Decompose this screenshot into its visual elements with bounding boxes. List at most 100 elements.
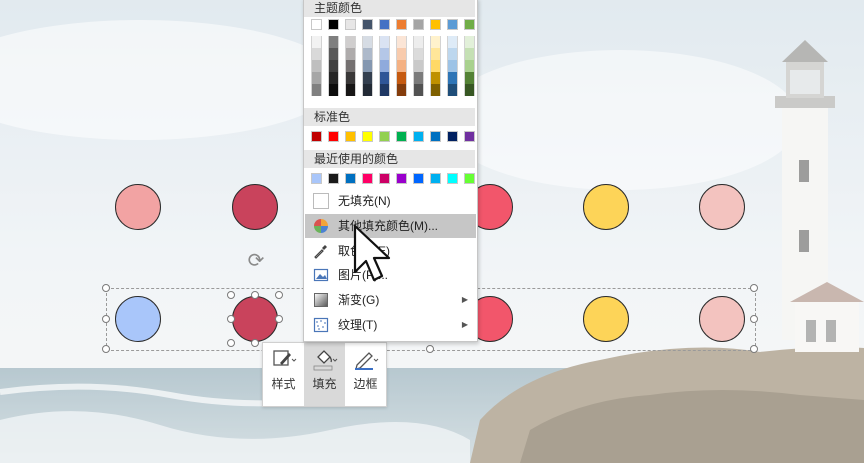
theme-shade-swatch[interactable] bbox=[311, 84, 322, 96]
theme-color-swatch[interactable] bbox=[328, 19, 339, 30]
standard-color-swatch[interactable] bbox=[345, 131, 356, 142]
theme-color-swatch[interactable] bbox=[379, 19, 390, 30]
theme-shade-swatch[interactable] bbox=[413, 72, 424, 84]
theme-color-swatch[interactable] bbox=[396, 19, 407, 30]
theme-shade-swatch[interactable] bbox=[328, 72, 339, 84]
circle-yellow-top[interactable] bbox=[583, 184, 629, 230]
theme-shade-swatch[interactable] bbox=[362, 84, 373, 96]
recent-color-swatch[interactable] bbox=[447, 173, 458, 184]
no-fill-item[interactable]: 无填充(N) bbox=[305, 189, 476, 213]
theme-shade-swatch[interactable] bbox=[328, 48, 339, 60]
theme-shade-swatch[interactable] bbox=[379, 72, 390, 84]
group-handle-mr[interactable] bbox=[750, 315, 758, 323]
standard-color-swatch[interactable] bbox=[328, 131, 339, 142]
group-handle-bl[interactable] bbox=[102, 345, 110, 353]
theme-shade-swatch[interactable] bbox=[328, 60, 339, 72]
circle-crimson-top[interactable] bbox=[232, 184, 278, 230]
recent-color-swatch[interactable] bbox=[328, 173, 339, 184]
theme-color-swatch[interactable] bbox=[447, 19, 458, 30]
recent-color-swatch[interactable] bbox=[396, 173, 407, 184]
theme-shade-swatch[interactable] bbox=[396, 60, 407, 72]
theme-shade-swatch[interactable] bbox=[447, 60, 458, 72]
theme-shade-swatch[interactable] bbox=[464, 84, 475, 96]
shape-handle-tr[interactable] bbox=[275, 291, 283, 299]
shape-handle-bl[interactable] bbox=[227, 339, 235, 347]
shape-handle-tl[interactable] bbox=[227, 291, 235, 299]
theme-shade-swatch[interactable] bbox=[396, 72, 407, 84]
gradient-item[interactable]: 渐变(G) ▶ bbox=[305, 288, 476, 312]
style-button[interactable]: 样式 bbox=[263, 343, 304, 406]
theme-shade-swatch[interactable] bbox=[430, 36, 441, 48]
theme-color-swatch[interactable] bbox=[362, 19, 373, 30]
shape-handle-mr[interactable] bbox=[275, 315, 283, 323]
theme-shade-swatch[interactable] bbox=[413, 60, 424, 72]
theme-shade-swatch[interactable] bbox=[328, 36, 339, 48]
standard-color-swatch[interactable] bbox=[362, 131, 373, 142]
theme-shade-swatch[interactable] bbox=[447, 36, 458, 48]
shape-handle-bm[interactable] bbox=[251, 339, 259, 347]
theme-shade-swatch[interactable] bbox=[311, 48, 322, 60]
theme-color-swatch[interactable] bbox=[430, 19, 441, 30]
group-handle-tl[interactable] bbox=[102, 284, 110, 292]
border-button[interactable]: 边框 bbox=[345, 343, 386, 406]
theme-shade-swatch[interactable] bbox=[345, 84, 356, 96]
theme-shade-swatch[interactable] bbox=[362, 48, 373, 60]
theme-shade-swatch[interactable] bbox=[345, 72, 356, 84]
rotate-handle-icon[interactable]: ⟳ bbox=[245, 250, 267, 272]
group-handle-ml[interactable] bbox=[102, 315, 110, 323]
theme-shade-swatch[interactable] bbox=[362, 72, 373, 84]
theme-shade-swatch[interactable] bbox=[379, 84, 390, 96]
standard-color-swatch[interactable] bbox=[311, 131, 322, 142]
standard-color-swatch[interactable] bbox=[413, 131, 424, 142]
recent-color-swatch[interactable] bbox=[413, 173, 424, 184]
theme-shade-swatch[interactable] bbox=[379, 48, 390, 60]
theme-shade-swatch[interactable] bbox=[413, 36, 424, 48]
standard-color-swatch[interactable] bbox=[464, 131, 475, 142]
recent-color-swatch[interactable] bbox=[362, 173, 373, 184]
recent-color-swatch[interactable] bbox=[430, 173, 441, 184]
theme-shade-swatch[interactable] bbox=[464, 48, 475, 60]
theme-shade-swatch[interactable] bbox=[413, 84, 424, 96]
theme-shade-swatch[interactable] bbox=[379, 60, 390, 72]
theme-shade-swatch[interactable] bbox=[379, 36, 390, 48]
theme-color-swatch[interactable] bbox=[311, 19, 322, 30]
theme-shade-swatch[interactable] bbox=[362, 36, 373, 48]
theme-shade-swatch[interactable] bbox=[396, 84, 407, 96]
theme-shade-swatch[interactable] bbox=[447, 84, 458, 96]
theme-shade-swatch[interactable] bbox=[430, 72, 441, 84]
group-handle-br[interactable] bbox=[750, 345, 758, 353]
theme-shade-swatch[interactable] bbox=[328, 84, 339, 96]
theme-shade-swatch[interactable] bbox=[413, 48, 424, 60]
theme-shade-swatch[interactable] bbox=[464, 60, 475, 72]
standard-color-swatch[interactable] bbox=[430, 131, 441, 142]
theme-shade-swatch[interactable] bbox=[430, 48, 441, 60]
theme-shade-swatch[interactable] bbox=[430, 84, 441, 96]
recent-color-swatch[interactable] bbox=[345, 173, 356, 184]
theme-shade-swatch[interactable] bbox=[362, 60, 373, 72]
shape-handle-tm[interactable] bbox=[251, 291, 259, 299]
standard-color-swatch[interactable] bbox=[379, 131, 390, 142]
shape-handle-ml[interactable] bbox=[227, 315, 235, 323]
theme-shade-swatch[interactable] bbox=[345, 60, 356, 72]
group-handle-tr[interactable] bbox=[750, 284, 758, 292]
theme-shade-swatch[interactable] bbox=[311, 36, 322, 48]
fill-button[interactable]: 填充 bbox=[304, 343, 345, 406]
theme-shade-swatch[interactable] bbox=[396, 36, 407, 48]
recent-color-swatch[interactable] bbox=[379, 173, 390, 184]
theme-shade-swatch[interactable] bbox=[464, 72, 475, 84]
theme-shade-swatch[interactable] bbox=[396, 48, 407, 60]
theme-shade-swatch[interactable] bbox=[345, 36, 356, 48]
theme-shade-swatch[interactable] bbox=[345, 48, 356, 60]
recent-color-swatch[interactable] bbox=[311, 173, 322, 184]
theme-color-swatch[interactable] bbox=[345, 19, 356, 30]
standard-color-swatch[interactable] bbox=[447, 131, 458, 142]
theme-shade-swatch[interactable] bbox=[311, 60, 322, 72]
theme-shade-swatch[interactable] bbox=[311, 72, 322, 84]
circle-pink-top[interactable] bbox=[115, 184, 161, 230]
theme-shade-swatch[interactable] bbox=[447, 72, 458, 84]
theme-shade-swatch[interactable] bbox=[464, 36, 475, 48]
group-handle-bm[interactable] bbox=[426, 345, 434, 353]
circle-rose-top[interactable] bbox=[699, 184, 745, 230]
standard-color-swatch[interactable] bbox=[396, 131, 407, 142]
texture-item[interactable]: 纹理(T) ▶ bbox=[305, 313, 476, 337]
